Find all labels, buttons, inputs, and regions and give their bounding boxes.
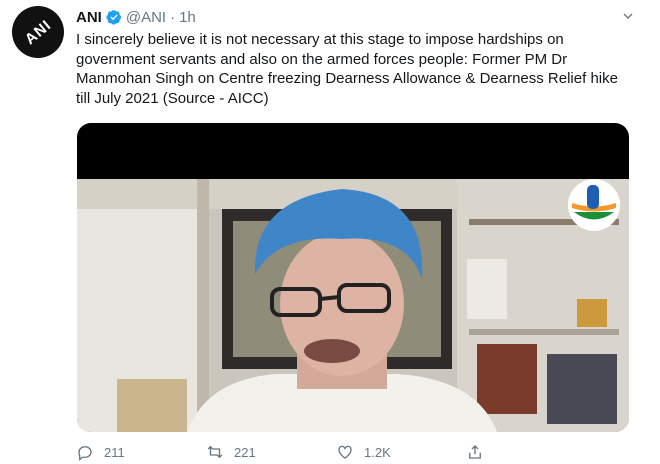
verified-badge-icon (106, 10, 121, 25)
like-count: 1.2K (364, 444, 391, 460)
retweet-count: 221 (234, 444, 256, 460)
share-button[interactable] (466, 443, 596, 461)
like-icon (338, 445, 352, 459)
tweet-text: I sincerely believe it is not necessary … (76, 31, 618, 107)
reply-icon (78, 446, 92, 461)
like-button[interactable]: 1.2K (336, 443, 466, 461)
display-name[interactable]: ANI (76, 9, 102, 26)
caret-down-icon[interactable] (620, 8, 636, 24)
timestamp[interactable]: 1h (179, 9, 196, 26)
handle[interactable]: @ANI (126, 9, 166, 26)
video-player[interactable] (77, 123, 629, 432)
separator-dot: · (170, 8, 176, 26)
retweet-icon (207, 445, 223, 459)
reply-count: 211 (104, 444, 125, 460)
avatar[interactable]: ANI (12, 6, 64, 58)
video-frame (77, 179, 629, 432)
share-icon (469, 445, 481, 459)
reply-button[interactable]: 211 (76, 443, 206, 461)
tweet-header: ANI @ANI · 1h (76, 6, 196, 28)
tweet[interactable]: ANI ANI @ANI · 1h I sincerely believe it… (0, 0, 660, 464)
action-bar: 211 221 1.2K (76, 440, 636, 464)
retweet-button[interactable]: 221 (206, 443, 336, 461)
ani-logo: ANI (21, 16, 55, 48)
